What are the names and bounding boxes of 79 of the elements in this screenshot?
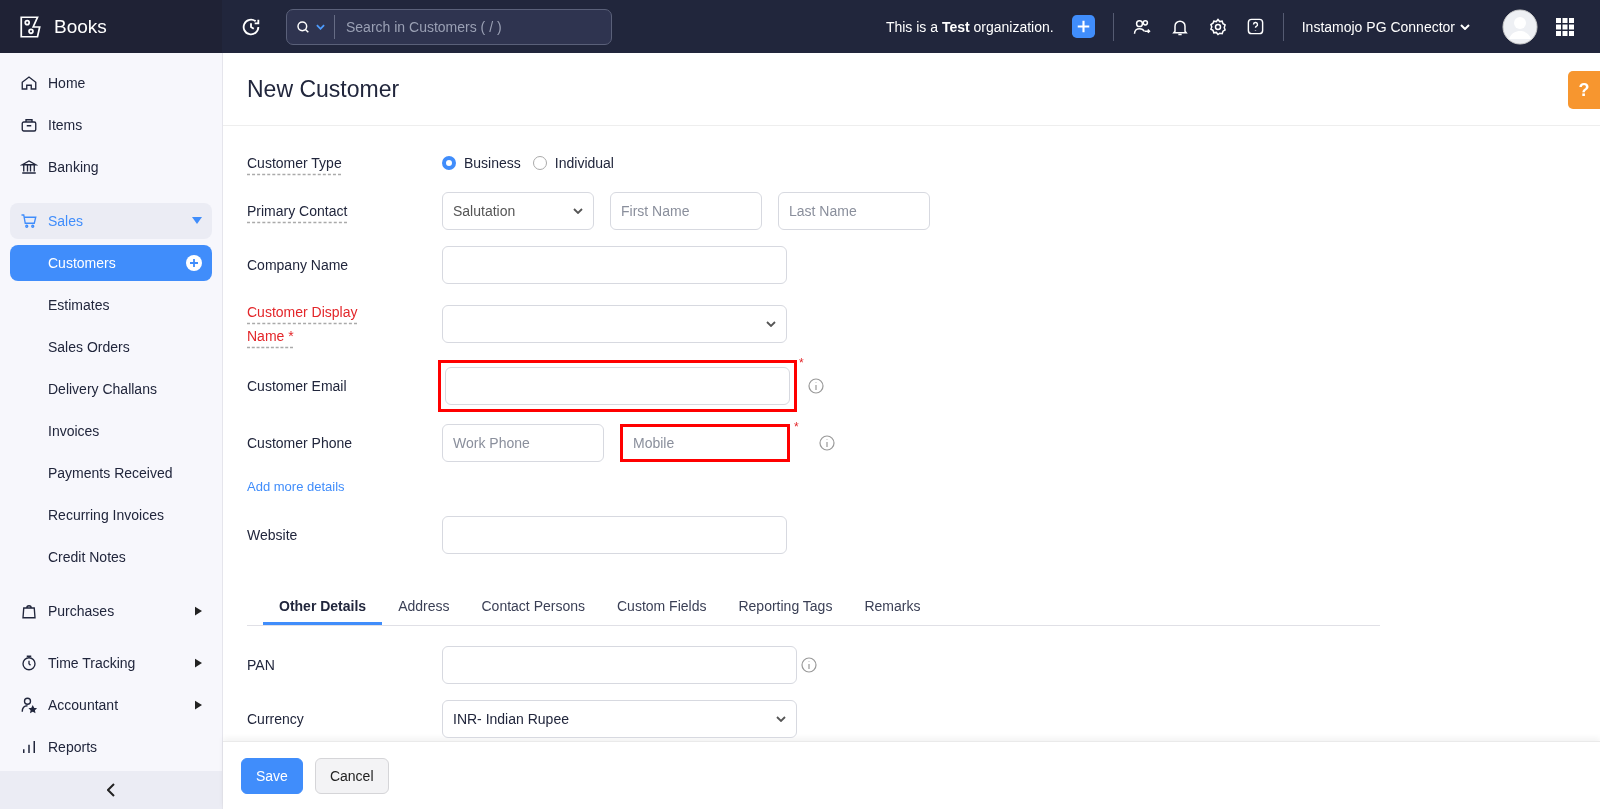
organization-menu[interactable]: Instamojo PG Connector xyxy=(1301,18,1470,35)
required-mark: * xyxy=(799,356,804,370)
sidebar-item[interactable]: Purchases xyxy=(10,593,212,629)
required-mark: * xyxy=(794,420,799,434)
sidebar-item[interactable]: Items xyxy=(10,107,212,143)
sidebar-subitem[interactable]: Invoices xyxy=(10,413,212,449)
books-logo-icon xyxy=(18,13,44,40)
company-name-field[interactable] xyxy=(442,246,787,284)
field-label: Currency xyxy=(247,711,305,727)
user-star-icon xyxy=(20,696,38,714)
radio-option[interactable]: Business xyxy=(442,155,521,171)
info-icon xyxy=(818,435,835,451)
basket-icon xyxy=(20,116,38,134)
cart-icon xyxy=(20,212,38,230)
field-label: Customer Type xyxy=(247,155,343,171)
field-label: Customer Display Name * xyxy=(247,303,359,346)
pan-field[interactable] xyxy=(442,646,797,684)
caret-down-icon xyxy=(192,217,202,225)
mobile-field[interactable]: Mobile xyxy=(620,424,790,462)
sidebar-subitem[interactable]: Recurring Invoices xyxy=(10,497,212,533)
caret-right-icon xyxy=(195,700,202,710)
field-label: Company Name xyxy=(247,257,350,273)
timer-icon xyxy=(20,654,38,672)
add-icon[interactable] xyxy=(1071,15,1095,38)
info-icon xyxy=(801,657,817,673)
sidebar-subitem[interactable]: Delivery Challans xyxy=(10,371,212,407)
page-title: New Customer xyxy=(247,75,400,103)
salutation-dropdown[interactable]: Salutation xyxy=(442,192,594,230)
field-label: Primary Contact xyxy=(247,203,349,219)
last-name-field[interactable]: Last Name xyxy=(778,192,930,230)
tab[interactable]: Remarks xyxy=(848,588,937,625)
add-circle-icon xyxy=(186,255,202,271)
tab[interactable]: Other Details xyxy=(263,588,383,625)
sidebar-item[interactable]: Home xyxy=(10,65,212,101)
chevron-down-icon xyxy=(776,716,786,722)
first-name-field[interactable]: First Name xyxy=(610,192,762,230)
settings-icon[interactable] xyxy=(1207,16,1228,37)
tab[interactable]: Contact Persons xyxy=(465,588,601,625)
email-field[interactable] xyxy=(445,367,790,405)
radio-option[interactable]: Individual xyxy=(532,155,614,171)
currency-dropdown[interactable]: INR- Indian Rupee xyxy=(442,700,797,738)
work-phone-field[interactable]: Work Phone xyxy=(442,424,604,462)
search-icon xyxy=(295,18,311,35)
tab[interactable]: Custom Fields xyxy=(601,588,723,625)
website-field[interactable] xyxy=(442,516,787,554)
avatar-icon[interactable] xyxy=(1502,8,1538,45)
help-icon[interactable] xyxy=(1245,17,1265,36)
app-grid-icon[interactable] xyxy=(1556,17,1574,36)
sidebar-subitem[interactable]: Sales Orders xyxy=(10,329,212,365)
tab[interactable]: Address xyxy=(382,588,466,625)
chevron-left-icon xyxy=(107,783,115,797)
chevron-down-icon xyxy=(573,208,583,214)
org-notice: This is a Test organization. xyxy=(885,18,1054,35)
bank-icon xyxy=(20,158,38,176)
sidebar-subitem[interactable]: Credit Notes xyxy=(10,539,212,575)
chevron-down-icon xyxy=(1460,23,1470,30)
sidebar-item[interactable]: Banking xyxy=(10,149,212,185)
shopping-bag-icon xyxy=(20,602,38,620)
caret-right-icon xyxy=(195,658,202,668)
field-label: PAN xyxy=(247,657,276,673)
sidebar-subitem[interactable]: Payments Received xyxy=(10,455,212,491)
field-label: Website xyxy=(247,527,299,543)
cancel-button[interactable]: Cancel xyxy=(314,757,389,794)
chevron-down-icon xyxy=(766,321,776,327)
field-label: Customer Phone xyxy=(247,435,354,451)
sidebar-item[interactable]: Time Tracking xyxy=(10,645,212,681)
sidebar-item[interactable]: Accountant xyxy=(10,687,212,723)
tab[interactable]: Reporting Tags xyxy=(722,588,849,625)
search-bar[interactable]: Search in Customers ( / ) xyxy=(286,8,612,45)
field-label: Customer Email xyxy=(247,378,348,394)
caret-icon xyxy=(316,23,325,30)
app-name: Books xyxy=(54,15,107,38)
info-icon xyxy=(807,378,824,394)
sidebar-item[interactable]: Reports xyxy=(10,729,212,765)
search-field[interactable]: Search in Customers ( / ) xyxy=(344,17,603,36)
home-icon xyxy=(20,74,38,92)
caret-right-icon xyxy=(195,606,202,616)
bar-chart-icon xyxy=(20,738,38,756)
sidebar-subitem[interactable]: Estimates xyxy=(10,287,212,323)
